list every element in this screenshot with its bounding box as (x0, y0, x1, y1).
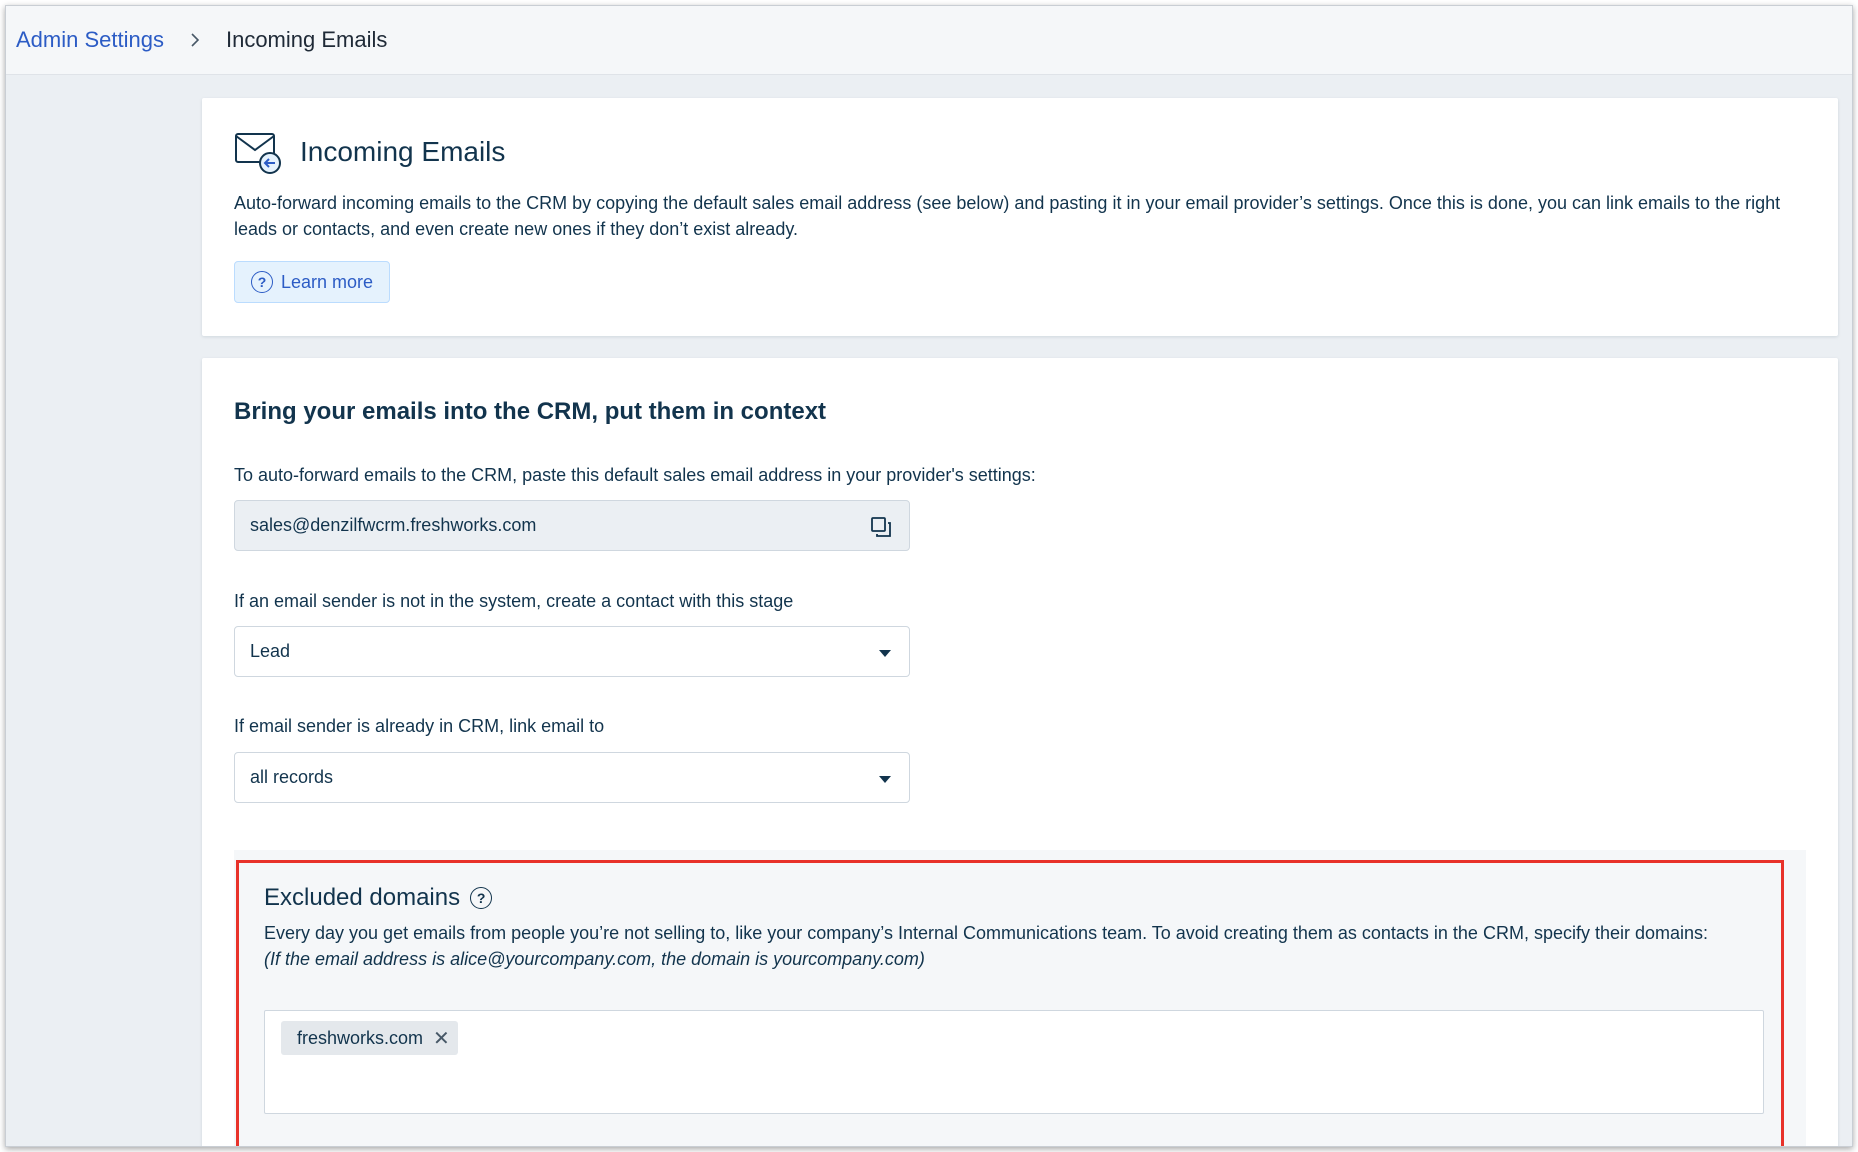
caret-down-icon (879, 650, 891, 657)
contact-stage-value: Lead (250, 641, 291, 661)
caret-down-icon (879, 776, 891, 783)
contact-stage-label: If an email sender is not in the system,… (234, 591, 794, 611)
breadcrumb-admin-settings-link[interactable]: Admin Settings (16, 27, 164, 53)
incoming-email-icon (234, 128, 282, 176)
breadcrumb: Admin Settings Incoming Emails (6, 6, 1852, 75)
sales-email-field[interactable]: sales@denzilfwcrm.freshworks.com (234, 500, 910, 551)
app-window: Admin Settings Incoming Emails Incoming … (5, 5, 1853, 1147)
learn-more-label: Learn more (281, 271, 374, 292)
email-address-label: To auto-forward emails to the CRM, paste… (234, 465, 1036, 485)
domain-tag-label: freshworks.com (297, 1027, 424, 1048)
chevron-right-icon (190, 32, 200, 48)
link-email-label: If email sender is already in CRM, link … (234, 716, 605, 736)
contact-stage-select[interactable]: Lead (234, 626, 910, 677)
page-title: Incoming Emails (300, 136, 506, 167)
link-email-value: all records (250, 767, 334, 787)
help-circle-icon[interactable]: ? (470, 887, 493, 909)
close-icon[interactable]: ✕ (433, 1026, 450, 1051)
intro-description: Auto-forward incoming emails to the CRM … (234, 193, 1781, 239)
intro-card: Incoming Emails Auto-forward incoming em… (202, 98, 1838, 336)
excluded-domains-title: Excluded domains (264, 884, 461, 911)
breadcrumb-current: Incoming Emails (225, 27, 388, 52)
excluded-domains-section: Excluded domains ? Every day you get ema… (234, 850, 1806, 1146)
learn-more-button[interactable]: ? Learn more (234, 261, 391, 303)
sales-email-value: sales@denzilfwcrm.freshworks.com (250, 515, 537, 535)
excluded-domains-example: (If the email address is alice@yourcompa… (264, 949, 925, 969)
excluded-domains-input[interactable]: freshworks.com ✕ (264, 1010, 1764, 1114)
copy-icon[interactable] (869, 515, 893, 539)
excluded-domains-description: Every day you get emails from people you… (264, 923, 1709, 943)
section-title: Bring your emails into the CRM, put them… (234, 398, 827, 425)
link-email-select[interactable]: all records (234, 752, 910, 803)
domain-tag: freshworks.com ✕ (281, 1021, 458, 1055)
help-circle-icon: ? (251, 271, 273, 293)
settings-card: Bring your emails into the CRM, put them… (202, 358, 1838, 1146)
